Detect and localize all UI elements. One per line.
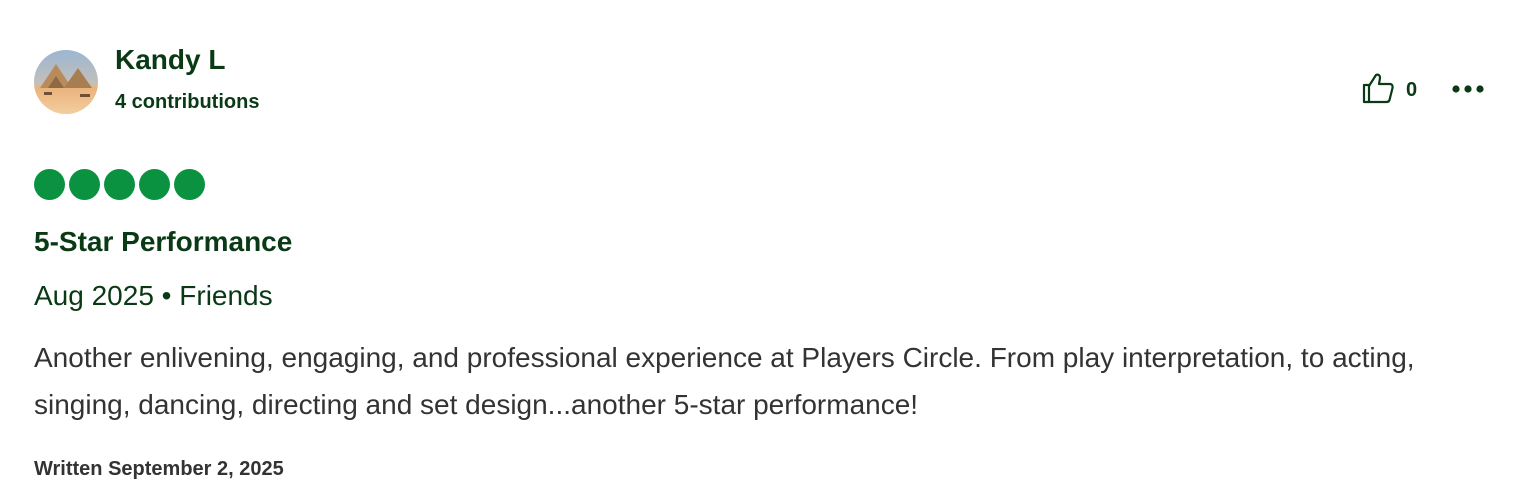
helpful-vote-button[interactable]: 0 xyxy=(1360,70,1417,110)
rating-bubble xyxy=(104,169,135,200)
trip-meta: Aug 2025 • Friends xyxy=(34,280,273,312)
trip-type: Friends xyxy=(179,280,273,311)
avatar-image xyxy=(34,50,98,114)
rating-bubbles xyxy=(34,169,205,200)
thumbs-up-icon xyxy=(1360,70,1396,111)
rating-bubble xyxy=(139,169,170,200)
rating-bubble xyxy=(69,169,100,200)
helpful-count: 0 xyxy=(1406,78,1418,101)
rating-bubble xyxy=(174,169,205,200)
avatar[interactable] xyxy=(34,50,98,114)
review-title[interactable]: 5-Star Performance xyxy=(34,226,292,258)
written-date: Written September 2, 2025 xyxy=(34,458,284,480)
trip-date: Aug 2025 xyxy=(34,280,154,311)
more-options-button[interactable] xyxy=(1448,72,1488,108)
reviewer-contributions: 4 contributions xyxy=(115,91,260,113)
more-horizontal-icon xyxy=(1451,81,1485,99)
meta-separator: • xyxy=(153,280,180,311)
reviewer-name[interactable]: Kandy L xyxy=(115,44,225,76)
review-text: Another enlivening, engaging, and profes… xyxy=(34,342,1415,420)
rating-bubble xyxy=(34,169,65,200)
review-card: Kandy L 4 contributions 0 5-Star Perform… xyxy=(0,0,1535,502)
